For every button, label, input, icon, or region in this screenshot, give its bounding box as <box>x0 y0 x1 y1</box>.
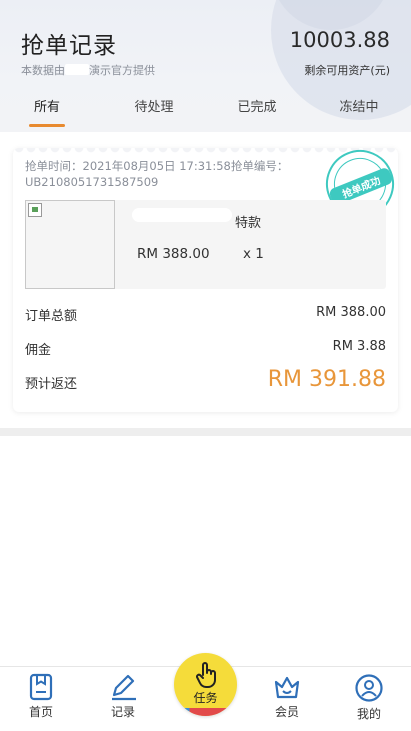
nav-records[interactable]: 记录 <box>93 673 153 720</box>
redacted-mask <box>132 208 232 222</box>
redacted-mask <box>65 64 89 75</box>
nav-member-label: 会员 <box>274 705 299 719</box>
order-total-value: RM 388.00 <box>316 305 386 320</box>
home-icon <box>29 673 53 701</box>
product-image <box>25 200 115 289</box>
nav-task-button[interactable]: 任务 <box>174 653 237 716</box>
order-number: UB2108051731587509 <box>25 175 159 189</box>
order-card[interactable]: 抢单时间：2021年08月05日 17:31:58抢单编号： UB2108051… <box>13 139 405 412</box>
expected-return-row: 预计返还 RM 391.88 <box>25 367 386 392</box>
active-tab-indicator <box>29 124 65 127</box>
product-name: 特款 <box>235 216 262 231</box>
page-subtitle: 本数据由 演示官方提供 <box>21 62 155 78</box>
expected-return-value: RM 391.88 <box>267 367 386 392</box>
crown-icon <box>274 676 300 699</box>
nav-records-label: 记录 <box>110 705 135 719</box>
task-button-bar <box>174 708 237 716</box>
order-total-label: 订单总额 <box>25 309 78 324</box>
nav-home-label: 首页 <box>28 705 53 719</box>
balance-label: 剩余可用资产(元) <box>304 64 390 77</box>
tab-completed[interactable]: 已完成 <box>222 96 292 115</box>
expected-return-label: 预计返还 <box>25 377 78 392</box>
tap-hand-icon <box>196 662 216 688</box>
order-time-label: 抢单时间：2021年08月05日 17:31:58抢单编号： <box>25 159 289 173</box>
nav-mine[interactable]: 我的 <box>339 673 399 722</box>
product-item[interactable]: 特款 RM 388.00 x 1 <box>25 200 386 289</box>
order-meta: 抢单时间：2021年08月05日 17:31:58抢单编号： UB2108051… <box>25 158 305 190</box>
commission-value: RM 3.88 <box>332 339 386 354</box>
product-quantity: x 1 <box>243 246 264 262</box>
tab-all[interactable]: 所有 <box>12 96 82 115</box>
nav-member[interactable]: 会员 <box>257 673 317 720</box>
header: 抢单记录 本数据由 演示官方提供 10003.88 剩余可用资产(元) 所有 待处… <box>0 0 411 132</box>
order-total-row: 订单总额 RM 388.00 <box>25 305 386 324</box>
commission-row: 佣金 RM 3.88 <box>25 339 386 358</box>
broken-image-icon <box>28 203 42 217</box>
product-price: RM 388.00 <box>137 246 210 262</box>
status-tabs: 所有 待处理 已完成 冻结中 <box>0 96 411 127</box>
tab-frozen[interactable]: 冻结中 <box>324 96 394 115</box>
balance-amount: 10003.88 <box>289 28 390 52</box>
commission-label: 佣金 <box>25 343 52 358</box>
tab-pending[interactable]: 待处理 <box>119 96 189 115</box>
user-profile-icon <box>355 674 383 702</box>
nav-task-label: 任务 <box>193 691 218 705</box>
page-title: 抢单记录 <box>21 33 117 59</box>
subtitle-prefix: 本数据由 <box>21 64 65 77</box>
subtitle-suffix: 演示官方提供 <box>89 64 155 77</box>
section-divider <box>0 428 411 436</box>
edit-icon <box>112 674 136 701</box>
nav-mine-label: 我的 <box>356 707 381 721</box>
nav-home[interactable]: 首页 <box>11 673 71 720</box>
bottom-nav: 首页 记录 任务 会员 我的 <box>0 653 411 731</box>
